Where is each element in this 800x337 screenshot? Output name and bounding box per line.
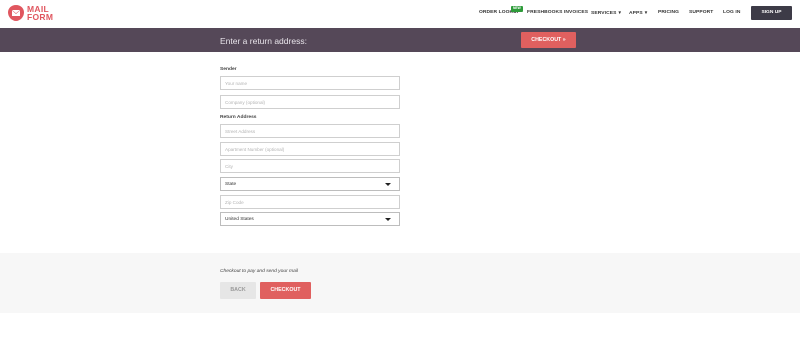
- city-field[interactable]: [220, 159, 400, 173]
- nav-services[interactable]: SERVICES▼: [591, 10, 622, 16]
- zip-code-field[interactable]: [220, 195, 400, 209]
- chevron-down-icon: ▼: [643, 10, 649, 15]
- nav-apps-label: APPS: [629, 11, 643, 16]
- caret-down-icon: [385, 183, 391, 186]
- nav-support[interactable]: SUPPORT: [689, 10, 713, 15]
- brand-wordmark: MAIL FORM: [27, 5, 54, 22]
- sender-name-field[interactable]: [220, 76, 400, 90]
- state-select[interactable]: State: [220, 177, 400, 191]
- company-field[interactable]: [220, 95, 400, 109]
- nav-services-label: SERVICES: [591, 11, 617, 16]
- top-navigation: MAIL FORM ORDER LOOKUP NEW FRESHBOOKS IN…: [0, 0, 800, 28]
- state-select-value: State: [225, 182, 237, 187]
- checkout-button[interactable]: CHECKOUT: [260, 282, 311, 299]
- brand-line2: FORM: [27, 12, 54, 22]
- step-banner: Enter a return address: CHECKOUT »: [0, 28, 800, 52]
- return-address-section-label: Return Address: [220, 115, 257, 120]
- brand-logo[interactable]: MAIL FORM: [7, 4, 53, 24]
- country-select-value: United States: [225, 217, 254, 222]
- street-address-field[interactable]: [220, 124, 400, 138]
- back-button[interactable]: BACK: [220, 282, 256, 299]
- mailform-logo-icon: [8, 5, 24, 21]
- country-select[interactable]: United States: [220, 212, 400, 226]
- nav-log-in[interactable]: LOG IN: [723, 10, 740, 15]
- chevron-down-icon: ▼: [617, 10, 623, 15]
- checkout-bar: Checkout to pay and send your mail BACK …: [0, 253, 800, 313]
- new-badge: NEW: [511, 6, 523, 12]
- apartment-field[interactable]: [220, 142, 400, 156]
- nav-pricing[interactable]: PRICING: [658, 10, 679, 15]
- checkout-note: Checkout to pay and send your mail: [220, 269, 299, 274]
- sender-section-label: Sender: [220, 67, 237, 72]
- sign-up-button[interactable]: SIGN UP: [751, 6, 792, 20]
- nav-freshbooks-invoices[interactable]: FRESHBOOKS INVOICES: [527, 10, 588, 15]
- banner-checkout-button[interactable]: CHECKOUT »: [521, 32, 576, 48]
- caret-down-icon: [385, 218, 391, 221]
- nav-apps[interactable]: APPS▼: [629, 10, 648, 16]
- page-title: Enter a return address:: [220, 35, 307, 46]
